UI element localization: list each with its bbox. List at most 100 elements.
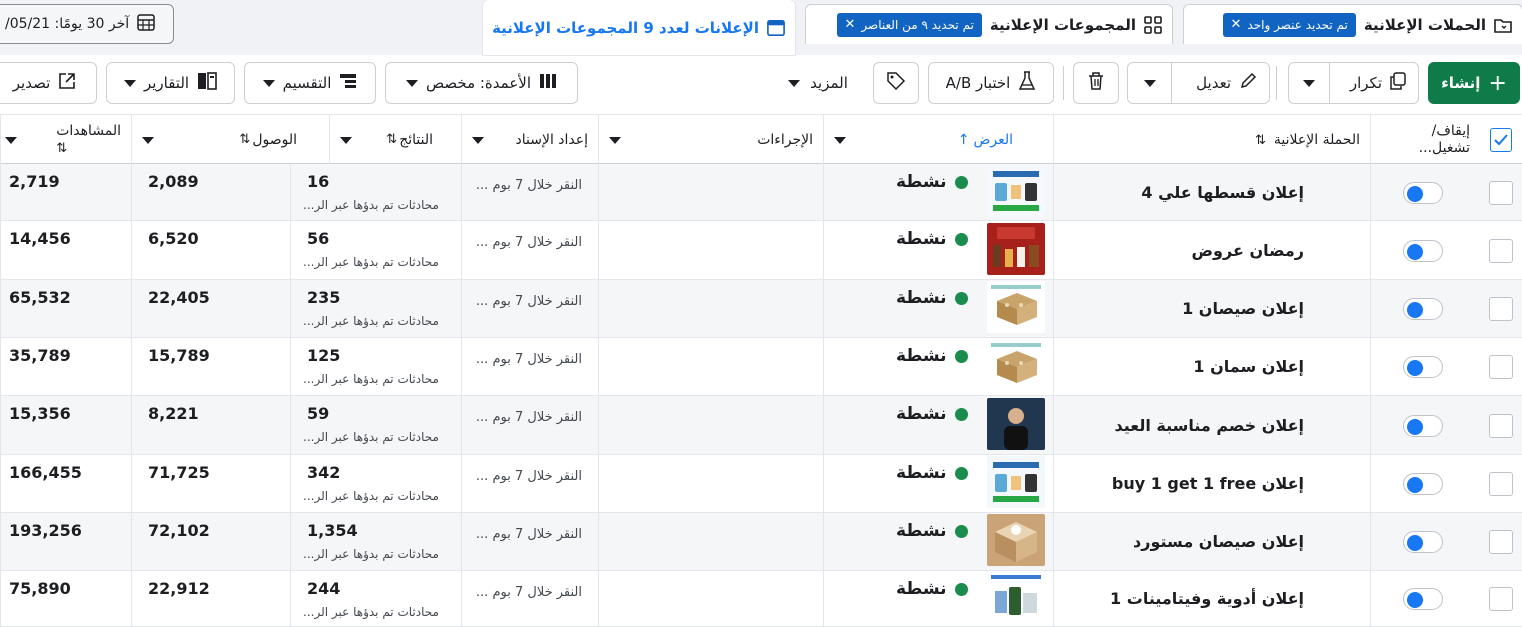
ad-on-off-toggle[interactable]	[1403, 588, 1443, 610]
breakdown-button[interactable]: التقسيم	[244, 62, 376, 104]
attribution-value: النقر خلال 7 بوم ...	[475, 410, 582, 425]
chevron-down-icon[interactable]	[472, 136, 484, 144]
header-delivery[interactable]: العرض ↑	[823, 115, 1053, 165]
table-row[interactable]: إعلان خصم مناسبة العيد نشطة النقر خلال 7 ب…	[0, 396, 1522, 455]
chevron-down-icon[interactable]	[834, 136, 846, 144]
ad-thumbnail[interactable]	[987, 571, 1045, 623]
ad-on-off-toggle[interactable]	[1403, 356, 1443, 378]
table-row[interactable]: إعلان أدوية وفيتامينات 1 نشطة النقر خلال 7…	[0, 571, 1522, 627]
ad-on-off-toggle[interactable]	[1403, 473, 1443, 495]
header-results[interactable]: النتائج ⇅	[329, 115, 461, 165]
table-row[interactable]: إعلان buy 1 get 1 free نشطة النقر خلال 7 ب…	[0, 455, 1522, 513]
row-checkbox[interactable]	[1489, 297, 1513, 321]
toggle-cell	[1370, 513, 1480, 570]
ad-thumbnail[interactable]	[987, 456, 1045, 508]
chevron-down-icon[interactable]	[609, 136, 621, 144]
delivery-cell: نشطة	[823, 338, 1053, 395]
table-row[interactable]: إعلان سمان 1 نشطة النقر خلال 7 بوم ... 125 م…	[0, 338, 1522, 396]
delete-button[interactable]	[1073, 62, 1119, 104]
more-menu[interactable]: المزيد	[780, 62, 856, 104]
duplicate-button-group: تكرار	[1288, 62, 1419, 104]
attribution-value: النقر خلال 7 بوم ...	[475, 294, 582, 309]
row-checkbox[interactable]	[1489, 238, 1513, 263]
ad-name-link[interactable]: إعلان خصم مناسبة العيد	[1115, 416, 1304, 435]
header-reach[interactable]: الوصول ⇅	[131, 115, 329, 165]
tab-campaigns[interactable]: الحملات الإعلانية تم تحديد عنصر واحد ✕	[1183, 4, 1522, 44]
close-icon[interactable]: ✕	[845, 17, 856, 32]
ad-thumbnail[interactable]	[987, 222, 1045, 275]
ad-on-off-toggle[interactable]	[1403, 239, 1443, 262]
row-checkbox[interactable]	[1489, 472, 1513, 496]
columns-button[interactable]: الأعمدة: مخصص	[385, 62, 578, 104]
actions-cell	[598, 280, 823, 337]
export-button[interactable]: تصدير	[0, 62, 97, 104]
impressions-value: 2,719	[9, 172, 60, 191]
results-value: 56	[307, 229, 330, 248]
date-range-picker[interactable]: آخر 30 يومًا: 05/21/	[0, 4, 174, 44]
ad-name-link[interactable]: إعلان سمان 1	[1193, 357, 1304, 376]
row-checkbox[interactable]	[1489, 180, 1513, 205]
header-toggle[interactable]: إيقاف/ تشغيل...	[1370, 115, 1480, 165]
table-row[interactable]: إعلان صيصان مستورد نشطة النقر خلال 7 بوم .…	[0, 513, 1522, 571]
attribution-cell: النقر خلال 7 بوم ...	[461, 513, 598, 570]
tag-button[interactable]	[873, 62, 919, 104]
header-impressions[interactable]: المشاهدات ⇅	[0, 115, 131, 165]
row-checkbox[interactable]	[1489, 355, 1513, 379]
adsets-selection-chip[interactable]: تم تحديد ٩ من العناصر ✕	[836, 12, 982, 37]
chevron-down-icon[interactable]	[340, 136, 352, 144]
header-delivery-label: العرض	[973, 132, 1013, 148]
tab-ads[interactable]: الإعلانات لعدد 9 المجموعات الإعلانية	[483, 0, 795, 55]
edit-button[interactable]: تعديل	[1184, 72, 1269, 94]
row-checkbox[interactable]	[1489, 530, 1513, 554]
reports-label: التقارير	[143, 74, 190, 92]
ad-name-link[interactable]: إعلان أدوية وفيتامينات 1	[1110, 589, 1304, 608]
close-icon[interactable]: ✕	[1231, 17, 1242, 32]
ad-thumbnail[interactable]	[987, 339, 1045, 391]
actions-cell	[598, 455, 823, 512]
chevron-down-icon	[788, 79, 801, 87]
ad-name-link[interactable]: إعلان صيصان 1	[1182, 299, 1304, 318]
impressions-cell: 166,455	[0, 455, 131, 512]
ad-thumbnail[interactable]	[987, 164, 1045, 217]
campaigns-selection-chip[interactable]: تم تحديد عنصر واحد ✕	[1222, 12, 1356, 37]
ad-on-off-toggle[interactable]	[1403, 531, 1443, 553]
impressions-cell: 193,256	[0, 513, 131, 570]
ad-name-link[interactable]: رمضان عروض	[1192, 241, 1304, 260]
select-cell	[1480, 338, 1522, 395]
chevron-down-icon[interactable]	[142, 136, 154, 144]
chevron-down-icon	[262, 79, 275, 87]
ad-on-off-toggle[interactable]	[1403, 414, 1443, 437]
ad-on-off-toggle[interactable]	[1403, 298, 1443, 320]
edit-dropdown[interactable]	[1128, 63, 1172, 103]
duplicate-dropdown[interactable]	[1289, 63, 1330, 103]
ad-thumbnail[interactable]	[987, 397, 1045, 450]
table-row[interactable]: إعلان قسطها علي 4 نشطة النقر خلال 7 بوم ..…	[0, 164, 1522, 221]
ad-name-link[interactable]: إعلان قسطها علي 4	[1141, 183, 1304, 202]
table-row[interactable]: رمضان عروض نشطة النقر خلال 7 بوم ... 56 محاد…	[0, 221, 1522, 280]
select-cell	[1480, 164, 1522, 220]
ad-name-link[interactable]: إعلان صيصان مستورد	[1133, 532, 1304, 551]
reach-value: 71,725	[148, 463, 210, 482]
tab-adsets[interactable]: المجموعات الإعلانية تم تحديد ٩ من العناص…	[805, 4, 1173, 44]
ad-name-link[interactable]: إعلان buy 1 get 1 free	[1112, 474, 1304, 493]
ad-thumbnail[interactable]	[987, 514, 1045, 566]
impressions-cell: 15,356	[0, 396, 131, 454]
actions-cell	[598, 338, 823, 395]
chevron-down-icon[interactable]	[5, 136, 17, 144]
select-all-checkbox[interactable]	[1490, 128, 1512, 152]
header-attribution[interactable]: إعداد الإسناد	[461, 115, 598, 165]
ad-name-cell: إعلان قسطها علي 4	[1053, 164, 1370, 220]
header-campaign[interactable]: الحملة الإعلانية ⇅	[1053, 115, 1370, 165]
ad-on-off-toggle[interactable]	[1403, 181, 1443, 204]
ab-test-button[interactable]: اختبار A/B	[928, 62, 1054, 104]
delivery-status: نشطة	[896, 463, 968, 483]
row-checkbox[interactable]	[1489, 413, 1513, 438]
header-actions[interactable]: الإجراءات	[598, 115, 823, 165]
reports-button[interactable]: التقارير	[106, 62, 235, 104]
ad-thumbnail[interactable]	[987, 281, 1045, 333]
more-label: المزيد	[810, 74, 848, 92]
table-row[interactable]: إعلان صيصان 1 نشطة النقر خلال 7 بوم ... 235…	[0, 280, 1522, 338]
duplicate-button[interactable]: تكرار	[1338, 72, 1418, 94]
row-checkbox[interactable]	[1489, 587, 1513, 611]
create-button[interactable]: + إنشاء	[1428, 62, 1520, 104]
